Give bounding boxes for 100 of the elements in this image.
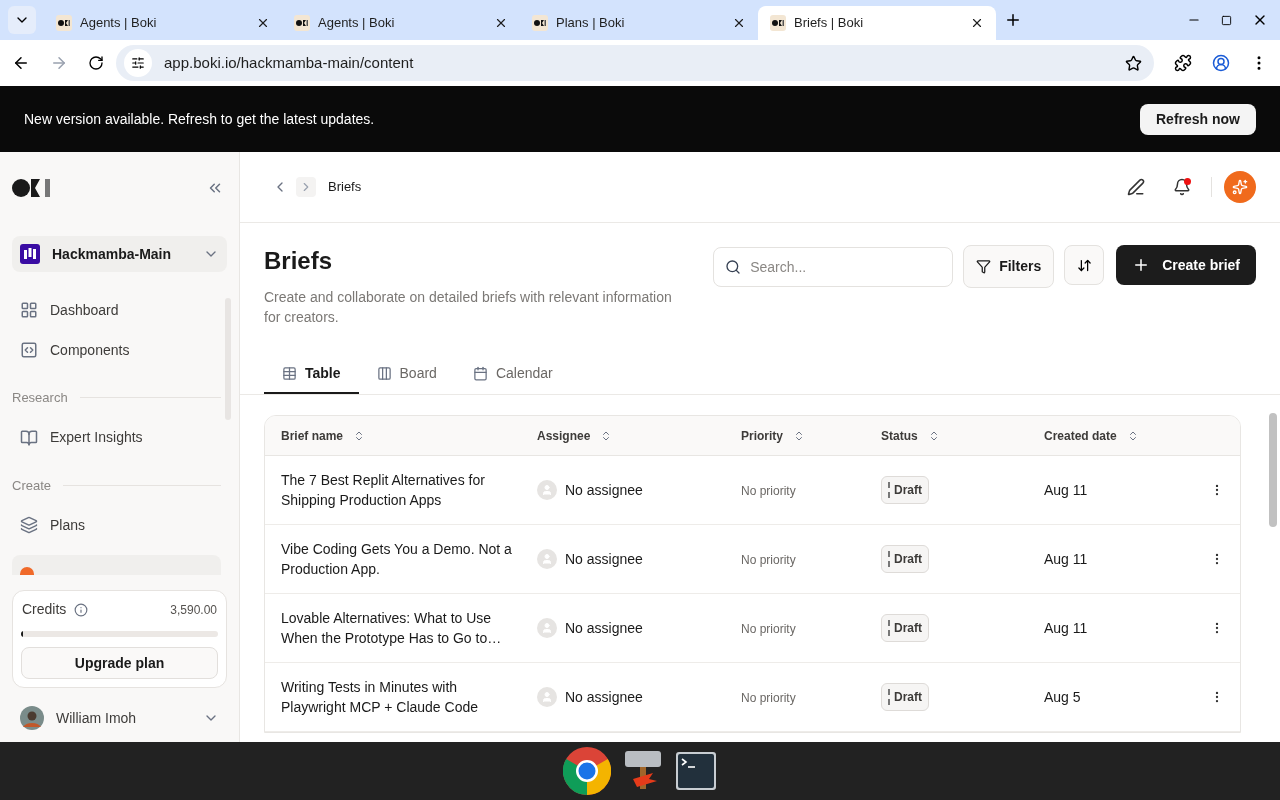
tab-title: Agents | Boki (80, 14, 158, 33)
status-badge: Draft (881, 475, 929, 504)
table-row[interactable]: Lovable Alternatives: What to Use When the Prototype Has to Go to… No assignee No priority Draft Aug 11 (265, 594, 1240, 663)
notification-bell-icon[interactable] (1173, 178, 1191, 196)
workspace-switcher[interactable]: Hackmamba-Main (12, 236, 227, 272)
filter-icon (976, 259, 992, 274)
view-tab[interactable]: Calendar (454, 355, 571, 394)
table-row[interactable]: Writing Tests in Minutes with Playwright MCP + Claude Code No assignee No priority Draft Aug 5 (265, 663, 1240, 732)
tab-title: Agents | Boki (318, 14, 396, 33)
address-bar[interactable]: app.boki.io/hackmamba-main/content (116, 45, 1154, 81)
tab-title: Plans | Boki (556, 14, 626, 33)
grid-icon (20, 301, 38, 319)
book-icon (20, 428, 38, 447)
terminal-icon[interactable] (675, 751, 717, 791)
brief-name[interactable]: The 7 Best Replit Alternatives for Shipping Production Apps (281, 470, 513, 510)
user-menu[interactable]: William Imoh (12, 706, 227, 730)
tab-search-button[interactable] (8, 6, 36, 34)
column-header[interactable]: Assignee (537, 426, 591, 445)
section-heading: Create (12, 476, 52, 495)
credits-label: Credits (22, 600, 67, 619)
sidebar-item[interactable]: Dashboard (12, 290, 221, 330)
profile-icon[interactable] (1212, 54, 1230, 72)
column-header[interactable]: Priority (741, 426, 783, 445)
new-tab-icon[interactable] (1004, 11, 1022, 29)
extensions-icon[interactable] (1174, 54, 1192, 72)
page-description: Create and collaborate on detailed briefs with relevant information for creators. (264, 288, 673, 327)
refresh-now-button[interactable]: Refresh now (1140, 103, 1256, 135)
sort-icon[interactable] (793, 429, 805, 442)
site-info-icon[interactable] (131, 56, 145, 70)
back-icon[interactable] (12, 54, 30, 72)
view-tab[interactable]: Table (264, 355, 359, 394)
status-badge: Draft (881, 682, 929, 711)
table-row[interactable]: Vibe Coding Gets You a Demo. Not a Production App. No assignee No priority Draft Aug 11 (265, 525, 1240, 594)
browser-tab[interactable]: Plans | Boki (520, 6, 758, 40)
layers-icon (20, 516, 38, 534)
created-date: Aug 11 (1044, 482, 1088, 498)
bookmark-icon[interactable] (1125, 54, 1142, 72)
boki-logo-icon (12, 178, 52, 198)
workspace-logo-icon (20, 244, 40, 264)
view-tab[interactable]: Board (358, 355, 455, 394)
sparkles-icon (1232, 179, 1248, 195)
tab-title: Briefs | Boki (794, 14, 865, 33)
search-icon (725, 259, 742, 275)
created-date: Aug 5 (1044, 689, 1081, 705)
status-badge: Draft (881, 613, 929, 642)
sidebar-item[interactable]: Plans (12, 505, 221, 545)
upgrade-plan-button[interactable]: Upgrade plan (21, 647, 218, 679)
banner-message: New version available. Refresh to get the latest updates. (24, 109, 376, 129)
user-avatar (20, 706, 44, 730)
info-icon[interactable] (74, 602, 89, 617)
created-date: Aug 11 (1044, 551, 1088, 567)
forward-icon[interactable] (50, 54, 68, 72)
brief-name[interactable]: Vibe Coding Gets You a Demo. Not a Production App. (281, 539, 513, 579)
status-badge: Draft (881, 544, 929, 573)
code-icon (20, 341, 38, 359)
columns-icon (376, 366, 392, 381)
restore-icon[interactable] (1221, 14, 1232, 26)
close-tab-icon[interactable] (732, 16, 746, 30)
table-row[interactable]: The 7 Best Replit Alternatives for Shipping Production Apps No assignee No priority Draft Aug 11 (265, 456, 1240, 525)
edit-icon[interactable] (1127, 178, 1145, 196)
table-icon (282, 366, 297, 381)
breadcrumb: Briefs (328, 178, 362, 197)
scrollbar-thumb[interactable] (1269, 413, 1277, 527)
filters-button[interactable]: Filters (963, 245, 1055, 288)
browser-tab[interactable]: Agents | Boki (44, 6, 282, 40)
close-tab-icon[interactable] (970, 16, 984, 30)
assignee-name: No assignee (565, 480, 643, 500)
browser-tab[interactable]: Briefs | Boki (758, 6, 996, 40)
priority-text: No priority (741, 691, 796, 705)
boki-favicon-icon (532, 15, 548, 31)
priority-text: No priority (741, 484, 796, 498)
priority-text: No priority (741, 553, 796, 567)
browser-tab[interactable]: Agents | Boki (282, 6, 520, 40)
sidebar-item[interactable]: Components (12, 330, 221, 370)
page-title: Briefs (264, 246, 334, 276)
assignee-name: No assignee (565, 549, 643, 569)
column-header[interactable]: Status (881, 426, 918, 445)
assignee-name: No assignee (565, 687, 643, 707)
priority-text: No priority (741, 622, 796, 636)
reload-icon[interactable] (88, 55, 104, 71)
sidebar-item[interactable]: Expert Insights (12, 417, 221, 458)
brief-name[interactable]: Lovable Alternatives: What to Use When the Prototype Has to Go to… (281, 608, 513, 648)
url-text: app.boki.io/hackmamba-main/content (164, 52, 415, 73)
search-field[interactable]: Search... (713, 247, 954, 287)
create-brief-button[interactable]: Create brief (1116, 245, 1256, 285)
credits-amount: 3,590.00 (170, 601, 217, 619)
close-tab-icon[interactable] (494, 16, 508, 30)
brief-name[interactable]: Writing Tests in Minutes with Playwright MCP + Claude Code (281, 677, 513, 717)
column-header[interactable]: Created date (1044, 426, 1117, 445)
column-header[interactable]: Brief name (281, 426, 344, 445)
boki-favicon-icon (294, 15, 310, 31)
sort-button[interactable] (1064, 245, 1105, 285)
boki-favicon-icon (56, 15, 72, 31)
assignee-name: No assignee (565, 618, 643, 638)
section-heading: Research (12, 389, 68, 407)
chrome-icon[interactable] (563, 747, 611, 795)
ai-assistant-button[interactable] (1224, 171, 1256, 203)
sort-arrows-icon (1076, 257, 1092, 273)
calendar-icon (472, 366, 488, 381)
close-tab-icon[interactable] (256, 16, 270, 30)
